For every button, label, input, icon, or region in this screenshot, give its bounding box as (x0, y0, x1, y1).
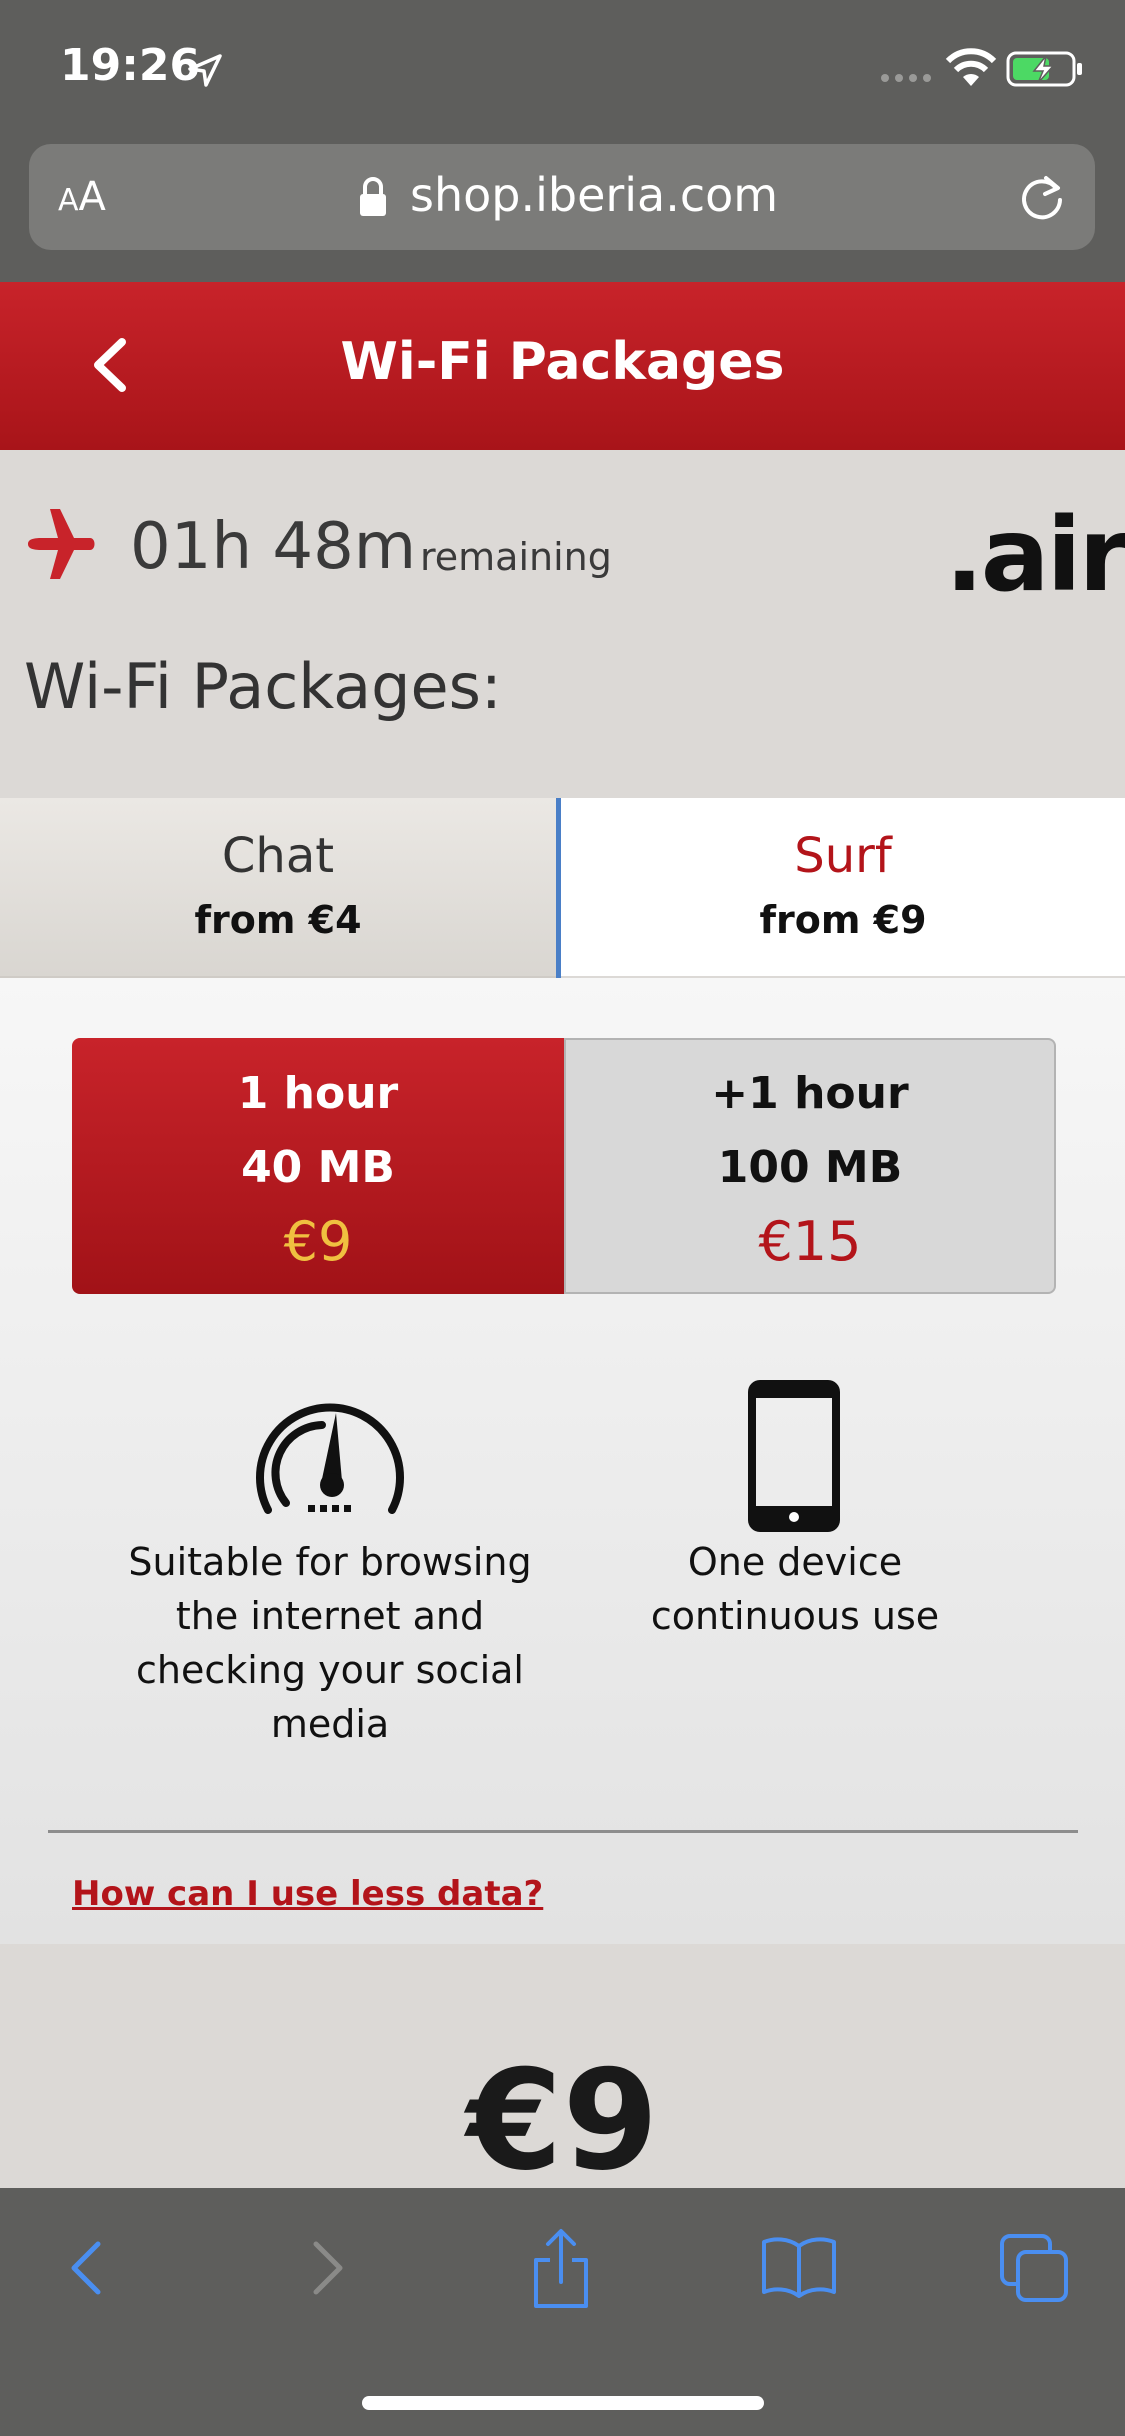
speedometer-icon (256, 1403, 404, 1514)
active-tab-indicator (556, 798, 561, 978)
time-remaining: 01h 48m (130, 510, 417, 584)
tab-chat-label: Chat (221, 828, 335, 884)
browser-forward-icon[interactable] (300, 2236, 354, 2300)
section-title: Wi-Fi Packages: (24, 650, 502, 723)
feature-browsing-text: Suitable for browsing the internet and c… (128, 1540, 532, 1746)
airplane-icon (28, 509, 95, 579)
page-title: Wi-Fi Packages (340, 332, 785, 392)
tab-chat[interactable]: Chat from €4 (0, 798, 556, 978)
total-price: €9 (466, 2040, 659, 2201)
status-time: 19:26 (60, 40, 201, 91)
tab-surf[interactable]: Surf from €9 (561, 798, 1125, 976)
less-data-link[interactable]: How can I use less data? (72, 1874, 543, 1914)
option-duration: 1 hour (237, 1068, 399, 1119)
url-text[interactable]: shop.iberia.com (410, 168, 778, 222)
location-arrow-icon (188, 54, 222, 87)
divider (48, 1830, 1078, 1833)
tabs-icon[interactable] (998, 2232, 1070, 2304)
option-price: €15 (758, 1210, 862, 1273)
option-1-hour[interactable]: 1 hour 40 MB €9 (72, 1038, 564, 1294)
option-duration: +1 hour (711, 1068, 909, 1119)
remaining-label: remaining (420, 535, 612, 579)
smartphone-icon (748, 1380, 840, 1532)
feature-device-text: One device continuous use (650, 1540, 940, 1638)
cellular-signal-icon (881, 74, 931, 82)
tab-surf-price: from €9 (759, 898, 927, 942)
option-price: €9 (283, 1210, 353, 1273)
browser-back-icon[interactable] (60, 2236, 114, 2300)
option-data: 100 MB (717, 1142, 903, 1193)
air-provider-logo: .air (945, 496, 1125, 615)
bookmarks-icon[interactable] (760, 2234, 838, 2298)
wifi-icon (945, 48, 997, 86)
reload-icon[interactable] (1016, 172, 1068, 224)
home-indicator (362, 2396, 764, 2410)
share-icon[interactable] (528, 2226, 594, 2310)
option-plus-1-hour[interactable]: +1 hour 100 MB €15 (564, 1038, 1056, 1294)
text-size-button[interactable]: AA (58, 174, 106, 220)
lock-icon (360, 177, 386, 216)
tab-surf-label: Surf (794, 828, 892, 884)
battery-charging-icon (1006, 51, 1082, 87)
tab-chat-price: from €4 (194, 898, 362, 942)
option-data: 40 MB (241, 1142, 395, 1193)
